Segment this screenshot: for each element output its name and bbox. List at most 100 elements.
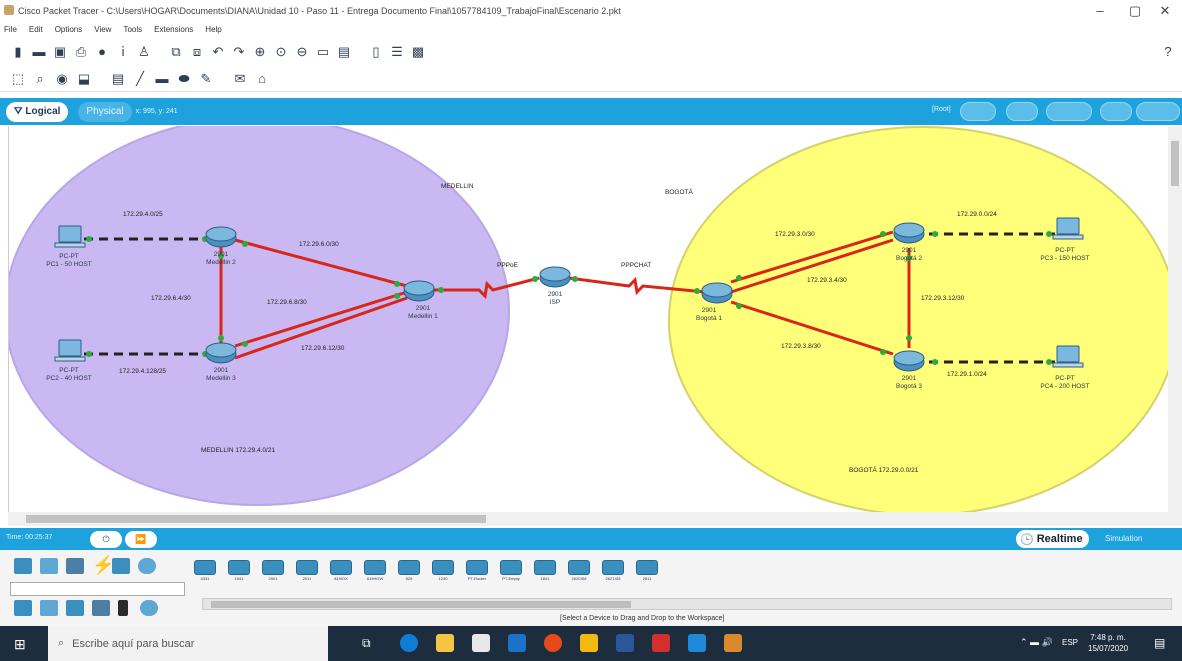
minimize-button[interactable]: –: [1085, 2, 1115, 20]
connections-icon[interactable]: ⚡: [92, 556, 114, 576]
image-icon[interactable]: ▩: [410, 43, 426, 59]
router-medellin-1[interactable]: [403, 280, 435, 302]
tab-physical[interactable]: Physical: [78, 101, 132, 122]
paste-icon[interactable]: ⧈: [189, 43, 205, 59]
menu-tools[interactable]: Tools: [123, 25, 142, 34]
close-button[interactable]: ✕: [1150, 2, 1180, 20]
network-devices-icon[interactable]: [14, 558, 32, 574]
redo-icon[interactable]: ↷: [231, 43, 247, 59]
viewport-icon[interactable]: ▯: [368, 43, 384, 59]
sticky-notes-icon[interactable]: [580, 634, 598, 652]
viewport-button[interactable]: [1100, 102, 1132, 121]
components-icon[interactable]: [66, 558, 84, 574]
undo-icon[interactable]: ↶: [210, 43, 226, 59]
device-model-item[interactable]: 819IOX: [330, 560, 352, 584]
realtime-mode-button[interactable]: 🕒 Realtime: [1016, 530, 1089, 548]
draw-rectangle-icon[interactable]: ▬: [154, 71, 170, 87]
zoom-in-icon[interactable]: ⊕: [252, 43, 268, 59]
move-object-button[interactable]: [1006, 102, 1038, 121]
activity-wizard-icon[interactable]: ●: [94, 43, 110, 59]
simulation-mode-button[interactable]: Simulation: [1105, 534, 1142, 543]
word-icon[interactable]: [616, 634, 634, 652]
device-model-item[interactable]: PT-Empty: [500, 560, 522, 584]
open-folder-icon[interactable]: ▬: [31, 43, 47, 59]
select-icon[interactable]: ⬚: [10, 71, 26, 87]
maximize-button[interactable]: ▢: [1120, 2, 1150, 20]
resize-shape-icon[interactable]: ⬓: [76, 71, 92, 87]
chrome-icon[interactable]: [544, 634, 562, 652]
wireless-icon[interactable]: [92, 600, 110, 616]
device-model-item[interactable]: 2621XM: [602, 560, 624, 584]
zoom-reset-icon[interactable]: ⊙: [273, 43, 289, 59]
photos-icon[interactable]: [688, 634, 706, 652]
zoom-out-icon[interactable]: ⊖: [294, 43, 310, 59]
pc-4[interactable]: [1052, 345, 1084, 368]
notifications-icon[interactable]: ▤: [1154, 636, 1165, 650]
add-complex-pdu-icon[interactable]: ⌂: [254, 71, 270, 87]
root-breadcrumb[interactable]: [Root]: [932, 106, 951, 113]
taskbar-clock[interactable]: 7:48 p. m. 15/07/2020: [1088, 632, 1128, 654]
draw-ellipse-icon[interactable]: ⬬: [176, 71, 192, 87]
new-file-icon[interactable]: ▮: [10, 43, 26, 59]
mail-icon[interactable]: [508, 634, 526, 652]
device-model-item[interactable]: 2901: [262, 560, 284, 584]
device-model-item[interactable]: 1941: [228, 560, 250, 584]
system-tray-icons[interactable]: ⌃ ▬ 🔊: [1020, 637, 1053, 648]
tab-logical[interactable]: ⛛ Logical: [6, 101, 69, 122]
help-icon[interactable]: ?: [1160, 43, 1176, 59]
new-cluster-button[interactable]: [960, 102, 996, 121]
device-model-item[interactable]: 2620XM: [568, 560, 590, 584]
set-tiled-background-button[interactable]: [1046, 102, 1092, 121]
router-bogota-2[interactable]: [893, 222, 925, 244]
edge-icon[interactable]: [400, 634, 418, 652]
router-isp[interactable]: [539, 266, 571, 288]
menu-view[interactable]: View: [94, 25, 111, 34]
delete-icon[interactable]: ◉: [54, 71, 70, 87]
store-icon[interactable]: [472, 634, 490, 652]
workspace-vertical-scrollbar[interactable]: [1168, 126, 1182, 512]
router-medellin-3[interactable]: [205, 342, 237, 364]
end-devices-icon[interactable]: [40, 558, 58, 574]
misc-icon[interactable]: [112, 558, 130, 574]
print-icon[interactable]: ⎙: [73, 43, 89, 59]
fast-forward-button[interactable]: ⏩: [125, 531, 157, 548]
drawing-palette-icon[interactable]: ▭: [315, 43, 331, 59]
workspace-horizontal-scrollbar[interactable]: [8, 512, 1182, 526]
router-medellin-2[interactable]: [205, 226, 237, 248]
menu-help[interactable]: Help: [205, 25, 221, 34]
pc-3[interactable]: [1052, 217, 1084, 240]
menu-extensions[interactable]: Extensions: [154, 25, 193, 34]
file-explorer-icon[interactable]: [436, 634, 454, 652]
add-simple-pdu-icon[interactable]: ✉: [232, 71, 248, 87]
draw-line-icon[interactable]: ╱: [132, 71, 148, 87]
copy-icon[interactable]: ⧉: [168, 43, 184, 59]
security-icon[interactable]: [118, 600, 128, 616]
router-bogota-1[interactable]: [701, 282, 733, 304]
device-model-item[interactable]: 4331: [194, 560, 216, 584]
acrobat-icon[interactable]: [652, 634, 670, 652]
inspect-icon[interactable]: ⌕: [32, 71, 48, 87]
place-note-icon[interactable]: ▤: [110, 71, 126, 87]
language-indicator[interactable]: ESP: [1062, 638, 1078, 647]
device-model-item[interactable]: 2811: [636, 560, 658, 584]
device-list-icon[interactable]: ☰: [389, 43, 405, 59]
custom-devices-dialog-icon[interactable]: ▤: [336, 43, 352, 59]
device-list-scrollbar[interactable]: [202, 598, 1172, 610]
device-model-item[interactable]: 1841: [534, 560, 556, 584]
device-model-item[interactable]: PT-Router: [466, 560, 488, 584]
menu-file[interactable]: File: [4, 25, 17, 34]
logical-workspace[interactable]: 2901 Medellin 2 2901 Medellin 3 2901 Med…: [8, 126, 1168, 512]
device-model-item[interactable]: 819HGW: [364, 560, 386, 584]
freeform-icon[interactable]: ✎: [198, 71, 214, 87]
network-info-icon[interactable]: ⅰ: [115, 43, 131, 59]
power-cycle-button[interactable]: ⏻: [90, 531, 122, 548]
switches-icon[interactable]: [40, 600, 58, 616]
device-model-item[interactable]: 2911: [296, 560, 318, 584]
device-model-item[interactable]: 829: [398, 560, 420, 584]
device-model-item[interactable]: 1240: [432, 560, 454, 584]
taskbar-search[interactable]: ⌕ Escribe aquí para buscar: [48, 626, 328, 661]
windows-start-icon[interactable]: ⊞: [14, 636, 26, 653]
wan-emulation-icon[interactable]: [140, 600, 158, 616]
menu-options[interactable]: Options: [55, 25, 83, 34]
hubs-icon[interactable]: [66, 600, 84, 616]
